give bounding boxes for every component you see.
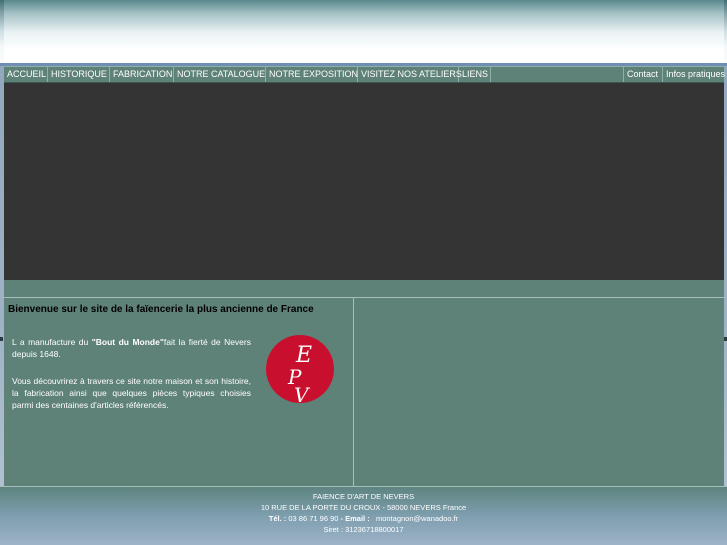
separator-strip	[4, 280, 724, 298]
nav-fabrication[interactable]: FABRICATION	[110, 67, 174, 82]
nav-accueil[interactable]: ACCUEIL	[4, 67, 48, 82]
footer-contact-line: Tél. : 03 86 71 96 90 - Email : montagno…	[0, 514, 727, 523]
intro-paragraph: L a manufacture du "Bout du Monde"fait l…	[12, 336, 251, 360]
intro-text-start: L a manufacture du	[12, 337, 92, 347]
nav-historique[interactable]: HISTORIQUE	[48, 67, 110, 82]
nav-visitez-nos-ateliers[interactable]: VISITEZ NOS ATELIERS	[358, 67, 462, 82]
header-gradient	[4, 0, 724, 63]
logo-letter-v: V	[294, 383, 311, 403]
footer-email-label: - Email :	[340, 514, 370, 523]
footer-email-link[interactable]: montagnon@wanadoo.fr	[376, 514, 458, 523]
nav-infos-pratiques[interactable]: Infos pratiques	[662, 67, 725, 82]
footer: FAIENCE D'ART DE NEVERS 10 RUE DE LA POR…	[0, 487, 727, 545]
epv-logo: E P V	[266, 335, 334, 403]
footer-address: 10 RUE DE LA PORTE DU CROUX - 58000 NEVE…	[260, 503, 467, 512]
footer-tel: 03 86 71 96 90	[288, 514, 339, 523]
nav-liens[interactable]: LIENS	[459, 67, 491, 82]
main-navigation: ACCUEIL HISTORIQUE FABRICATION NOTRE CAT…	[4, 66, 725, 83]
bout-du-monde-name: "Bout du Monde"	[91, 337, 164, 347]
footer-tel-label: Tél. :	[268, 514, 287, 523]
banner-area	[4, 83, 724, 280]
right-panel	[354, 298, 724, 486]
welcome-panel: Bienvenue sur le site de la faïencerie l…	[4, 298, 354, 486]
nav-notre-exposition[interactable]: NOTRE EXPOSITION	[266, 67, 358, 82]
welcome-title: Bienvenue sur le site de la faïencerie l…	[8, 304, 314, 315]
footer-siret: Siret : 31236718800017	[323, 525, 404, 534]
footer-company: FAIENCE D'ART DE NEVERS	[312, 492, 415, 501]
header	[0, 0, 727, 66]
edge-marker-left	[0, 337, 3, 341]
nav-contact[interactable]: Contact	[623, 67, 662, 82]
description-paragraph: Vous découvrirez à travers ce site notre…	[12, 376, 251, 410]
nav-notre-catalogue[interactable]: NOTRE CATALOGUE	[174, 67, 266, 82]
